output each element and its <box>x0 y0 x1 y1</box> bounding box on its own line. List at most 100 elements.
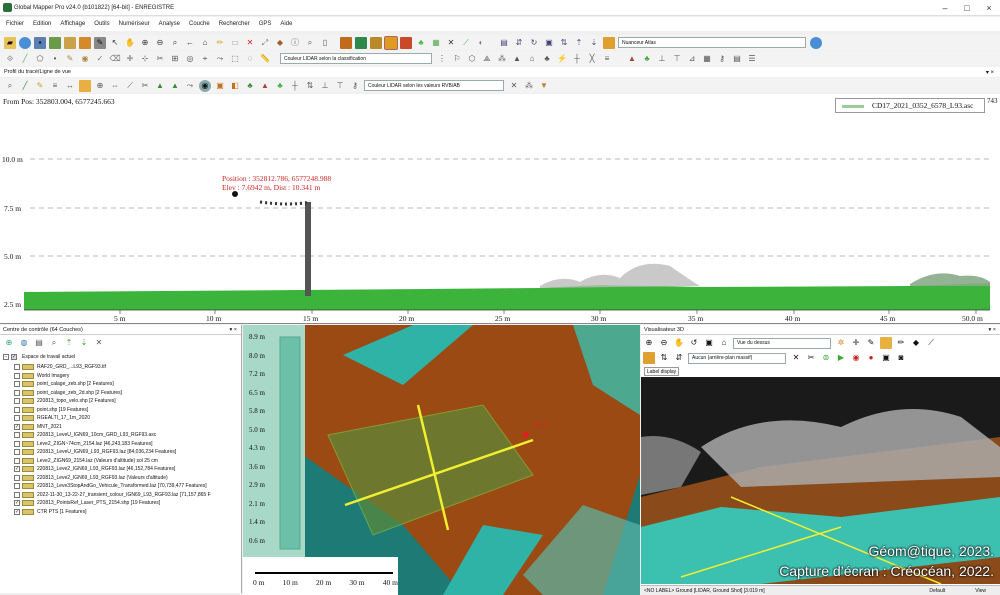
profile-eye-icon[interactable]: ◉ <box>199 79 211 92</box>
layer-options-icon[interactable]: ▤ <box>33 337 45 349</box>
tree-icon[interactable]: ♣ <box>415 37 427 49</box>
sort-down-icon[interactable]: ⇣ <box>588 37 600 49</box>
v3d-layers-icon[interactable] <box>880 337 892 349</box>
layer-checkbox[interactable]: ✓ <box>14 508 20 515</box>
profile-terrain2-icon[interactable]: ▲ <box>169 80 181 92</box>
profile-shade-icon[interactable] <box>79 79 91 92</box>
profile-pin2-icon[interactable]: ⊤ <box>334 80 346 92</box>
layer-down-icon[interactable]: ⇣ <box>78 337 90 349</box>
volume-icon[interactable]: ⊤ <box>671 53 683 65</box>
viewer-3d-close-button[interactable]: ▾ × <box>988 327 996 333</box>
menu-gps[interactable]: GPS <box>259 21 272 27</box>
layer-checkbox[interactable] <box>14 398 20 405</box>
layer-item[interactable]: 220813_LeveU_IGN69_L93_RGF93.laz [84,036… <box>14 448 176 457</box>
minimize-button[interactable]: – <box>934 0 956 16</box>
v3d-sort2-icon[interactable]: ⇵ <box>673 352 685 364</box>
v3d-camera-icon[interactable]: ◙ <box>895 352 907 364</box>
lidar-veg-icon[interactable]: ♣ <box>541 53 553 65</box>
vertex-icon[interactable]: ⊹ <box>139 53 151 65</box>
profile-view[interactable]: From Pos: 352803.004, 6577245.663 CD17_2… <box>0 94 1000 324</box>
v3d-home-icon[interactable]: ⌂ <box>718 337 730 349</box>
flip-icon[interactable]: ⇵ <box>513 37 525 49</box>
globe-icon[interactable] <box>19 36 31 49</box>
v3d-play-icon[interactable]: ▶ <box>835 352 847 364</box>
v3d-close-icon[interactable]: ✕ <box>790 352 802 364</box>
v3d-sun-icon[interactable]: ✲ <box>835 337 847 349</box>
control-center-close-button[interactable]: ▾ × <box>229 327 237 333</box>
split-icon[interactable]: ✂ <box>154 53 166 65</box>
layer-checkbox[interactable]: ✓ <box>14 423 20 430</box>
lidar-class-icon[interactable]: ⚐ <box>451 53 463 65</box>
menu-outils[interactable]: Outils <box>94 21 109 27</box>
layer-checkbox[interactable] <box>14 449 20 456</box>
layer-item[interactable]: point_calage_zeb.shp [2 Features] <box>14 380 114 389</box>
check-icon[interactable]: ✓ <box>94 53 106 65</box>
back-arrow-icon[interactable]: ← <box>184 37 196 49</box>
ruler-icon[interactable]: 📏 <box>259 53 271 65</box>
shader-combo[interactable]: Nuanceur Atlas <box>618 37 806 48</box>
point-icon[interactable]: • <box>49 53 61 65</box>
profile-layers-icon[interactable]: ≡ <box>49 80 61 92</box>
profile-line-icon[interactable]: ╱ <box>19 80 31 92</box>
3d-globe-icon[interactable] <box>810 36 822 49</box>
grid-view-icon[interactable]: ▤ <box>498 37 510 49</box>
profile-sort-icon[interactable]: ⇅ <box>304 80 316 92</box>
sort-icon[interactable]: ⇅ <box>558 37 570 49</box>
terrain-icon[interactable] <box>340 36 352 49</box>
mountain-icon[interactable]: ▲ <box>626 53 638 65</box>
v3d-zoom-out-icon[interactable]: ⊖ <box>658 337 670 349</box>
v3d-zoom-in-icon[interactable]: ⊕ <box>643 337 655 349</box>
brush-icon[interactable]: ✎ <box>64 53 76 65</box>
tag-icon[interactable]: ◆ <box>274 37 286 49</box>
hillshade-icon[interactable] <box>384 35 398 50</box>
view-icon[interactable]: ◐ <box>475 37 487 49</box>
cross-tool-icon[interactable]: ✕ <box>445 37 457 49</box>
path-icon[interactable]: ⤳ <box>214 53 226 65</box>
delete-x-icon[interactable]: ✕ <box>244 37 256 49</box>
v3d-stop-icon[interactable]: ◉ <box>850 352 862 364</box>
zoom-in-icon[interactable]: ⊕ <box>139 37 151 49</box>
layer-checkbox[interactable] <box>14 432 20 439</box>
layer-checkbox[interactable] <box>14 415 20 422</box>
rotate-icon[interactable]: ↻ <box>528 37 540 49</box>
view-direction-combo[interactable]: Vue du dessus <box>733 337 831 349</box>
layer-item[interactable]: point_calage_zeb_2d.shp [2 Features] <box>14 389 122 398</box>
profile-measure-icon[interactable]: ↔ <box>64 80 76 92</box>
layer-zoom-icon[interactable]: ⌕ <box>48 337 60 349</box>
workspace-node[interactable]: − ✓ Espace de travail actuel <box>3 353 75 362</box>
label-display-button[interactable]: Label display <box>644 367 680 376</box>
profile-clear-icon[interactable]: ✕ <box>508 80 520 92</box>
v3d-terrain-icon[interactable] <box>643 352 655 364</box>
layers-icon[interactable] <box>79 36 91 49</box>
layer-item[interactable]: ✓ 220813_Leve2_IGN69_L93_RGF93.laz [46,15… <box>14 465 175 474</box>
erase-icon[interactable]: ⌫ <box>109 53 121 65</box>
profile-panel-close-button[interactable]: ▾ × <box>986 69 994 76</box>
polygon-icon[interactable]: ⬠ <box>34 53 46 65</box>
profile-tree-icon[interactable]: ♣ <box>274 80 286 92</box>
layout-icon[interactable]: ▤ <box>731 53 743 65</box>
lidar-ground-icon[interactable]: ▲ <box>511 53 523 65</box>
layer-item[interactable]: RGEALTI_17_1m_2020 <box>14 414 90 423</box>
layer-item[interactable]: ✓ MNT_2021 <box>14 423 62 432</box>
layer-checkbox[interactable] <box>14 491 20 498</box>
fill-icon[interactable]: ◉ <box>79 53 91 65</box>
wrench-icon[interactable]: ✎ <box>94 36 106 49</box>
join-icon[interactable]: ⊞ <box>169 53 181 65</box>
profile-path-icon[interactable]: ⤳ <box>184 80 196 92</box>
layer-item[interactable]: Leve2_ZIGN69_2154.laz (Valeurs d'altitud… <box>14 457 158 466</box>
layer-checkbox[interactable] <box>14 372 20 379</box>
frame-icon[interactable]: ▣ <box>543 37 555 49</box>
layer-item[interactable]: Leve2_ZIGN~74cm_2154.laz [46,243,183 Fea… <box>14 440 153 449</box>
shader-icon[interactable] <box>603 36 615 49</box>
pan-hand-icon[interactable]: ✋ <box>124 37 136 49</box>
layer-item[interactable]: World Imagery <box>14 372 69 381</box>
close-button[interactable]: × <box>978 0 1000 16</box>
search-icon[interactable]: ⌕ <box>304 37 316 49</box>
profile-lidar-rgb-combo[interactable]: Couleur LIDAR selon les valeurs RVB/AB <box>364 80 504 91</box>
layer-item[interactable]: 2022-11-30_13-22-27_transient_colour_IGN… <box>14 491 211 500</box>
v3d-sort-icon[interactable]: ⇅ <box>658 352 670 364</box>
layer-checkbox[interactable] <box>14 364 20 371</box>
doc-icon[interactable]: ▭ <box>229 37 241 49</box>
lidar-class-combo[interactable]: Couleur LIDAR selon la classification <box>280 53 432 64</box>
profile-cube-icon[interactable]: ▣ <box>214 80 226 92</box>
